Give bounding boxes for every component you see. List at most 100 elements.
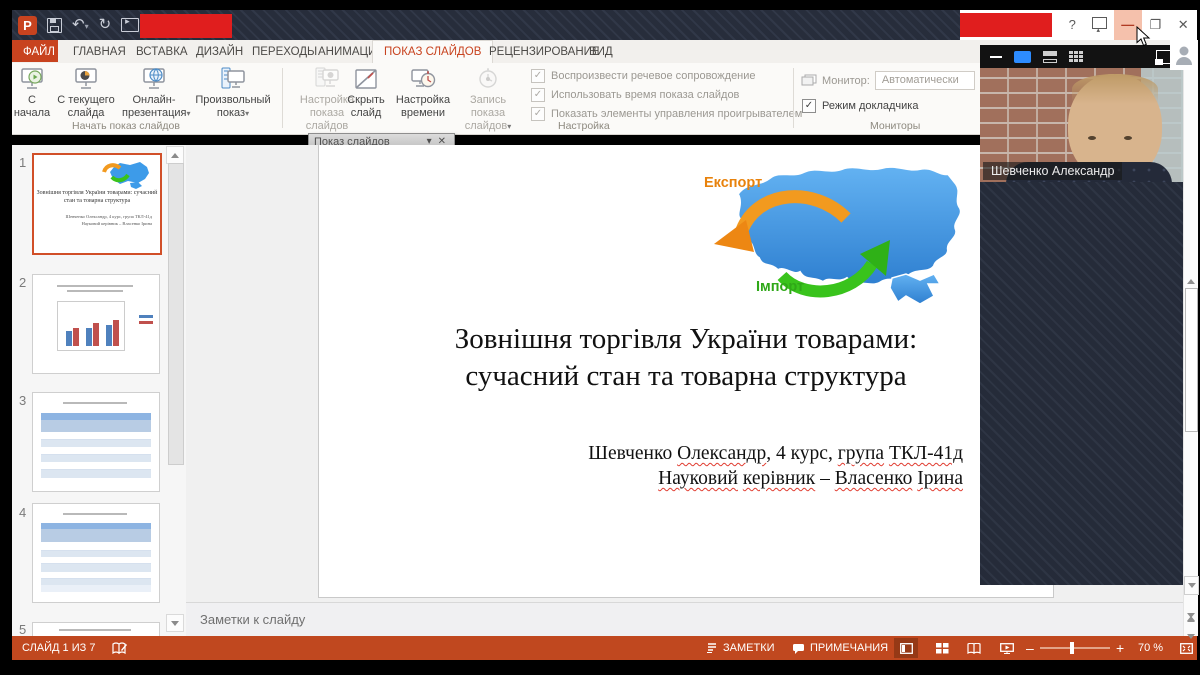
slide-thumbnail-panel: 1 Зовнішня торгівля України товарами: су… xyxy=(12,145,187,636)
main-vertical-scrollbar xyxy=(1183,40,1198,636)
redo-icon[interactable]: ↻ xyxy=(99,17,112,33)
group-label-start: Начать показ слайдов xyxy=(72,120,180,132)
notes-button[interactable]: ЗАМЕТКИ xyxy=(706,636,775,660)
thumb-number: 1 xyxy=(19,155,26,170)
thumbs-scrollbar-thumb[interactable] xyxy=(168,163,184,465)
zoom-level[interactable]: 70 % xyxy=(1138,636,1163,660)
slideshow-from-current-icon xyxy=(73,66,99,92)
status-bar: СЛАЙД 1 ИЗ 7 ЗАМЕТКИ ПРИМЕЧАНИЯ – + 70 % xyxy=(12,636,1197,660)
custom-slideshow-button[interactable]: Произвольный показ▾ xyxy=(190,65,276,127)
mini-legend xyxy=(139,315,153,327)
comments-button[interactable]: ПРИМЕЧАНИЯ xyxy=(792,636,888,660)
slide-thumbnail-1[interactable]: Зовнішня торгівля України товарами: суча… xyxy=(32,153,162,255)
slide-subtitle[interactable]: Шевченко Олександр, 4 курс, група ТКЛ-41… xyxy=(588,441,963,491)
hide-slide-button[interactable]: Скрыть слайд xyxy=(344,65,388,127)
group-label-setup: Настройка xyxy=(558,120,610,132)
tab-file[interactable]: ФАЙЛ xyxy=(12,40,58,62)
group-separator xyxy=(793,68,794,128)
author-line: Шевченко Олександр, 4 курс, група ТКЛ-41… xyxy=(588,441,963,466)
checkbox-icon: ✓ xyxy=(531,107,545,121)
video-minimize-icon[interactable] xyxy=(990,56,1002,58)
thumb-number: 2 xyxy=(19,275,26,290)
proofing-icon[interactable] xyxy=(112,636,128,660)
powerpoint-logo-icon[interactable]: P xyxy=(18,16,37,35)
window-titlebar: P ↶▾ ↻ ▾ ? — ❐ ✕ xyxy=(12,10,1197,40)
slide-thumbnail-4[interactable] xyxy=(32,503,160,603)
scrollbar-thumb[interactable] xyxy=(1185,288,1198,432)
notes-pane[interactable]: Заметки к слайду xyxy=(186,602,1197,637)
redacted-account-block xyxy=(960,13,1052,37)
active-speaker-view-icon[interactable] xyxy=(1014,51,1031,63)
zoom-in-button[interactable]: + xyxy=(1116,636,1124,660)
slide-sorter-view-button[interactable] xyxy=(930,638,954,658)
start-slideshow-icon[interactable] xyxy=(121,18,139,32)
fit-to-window-button[interactable] xyxy=(1174,638,1198,658)
next-slide-button[interactable] xyxy=(1187,618,1195,639)
thumb-number: 5 xyxy=(19,622,26,636)
slide-thumbnail-3[interactable] xyxy=(32,392,160,492)
mini-map-graphic xyxy=(100,159,152,189)
participant-name-tag: Шевченко Александр xyxy=(983,162,1122,180)
record-slideshow-button[interactable]: Запись показа слайдов▾ xyxy=(452,65,524,127)
scroll-up-arrow[interactable] xyxy=(1187,262,1195,280)
checkbox-use-timings[interactable]: ✓ Использовать время показа слайдов xyxy=(531,88,739,102)
redacted-title-block xyxy=(140,14,232,38)
slide-counter: СЛАЙД 1 ИЗ 7 xyxy=(22,636,95,660)
mini-bar-chart xyxy=(57,301,125,351)
tab-pokaz-slaydov[interactable]: ПОКАЗ СЛАЙДОВ xyxy=(372,40,493,63)
speaker-view-icon[interactable] xyxy=(1043,51,1057,63)
rehearse-timings-button[interactable]: Настройка времени xyxy=(392,65,454,127)
slide-title-line2[interactable]: сучасний стан та товарна структура xyxy=(319,358,1053,395)
help-button[interactable]: ? xyxy=(1058,10,1086,40)
reading-view-button[interactable] xyxy=(962,638,986,658)
slide-thumbnail-2[interactable] xyxy=(32,274,160,374)
checkbox-icon: ✓ xyxy=(531,69,545,83)
normal-view-button[interactable] xyxy=(894,638,918,658)
save-icon[interactable] xyxy=(47,18,62,33)
hide-slide-icon xyxy=(353,66,379,92)
slideshow-from-start-icon xyxy=(19,66,45,92)
mini-table xyxy=(41,413,151,478)
thumb-number: 3 xyxy=(19,393,26,408)
quick-access-toolbar: P ↶▾ ↻ ▾ xyxy=(18,13,153,37)
checkbox-show-media-controls[interactable]: ✓ Показать элементы управления проигрыва… xyxy=(531,107,802,121)
monitor-icon xyxy=(801,74,817,87)
group-label-monitors: Мониторы xyxy=(870,120,920,132)
zoom-slider-track[interactable] xyxy=(1040,647,1110,649)
restore-button[interactable]: ❐ xyxy=(1142,10,1170,40)
checkbox-play-narration[interactable]: ✓ Воспроизвести речевое сопровождение xyxy=(531,69,756,83)
mini-subtitle: Шевченко Олександр, 4 курс, група ТКЛ-41… xyxy=(66,213,152,227)
undo-icon[interactable]: ↶▾ xyxy=(72,16,89,34)
notes-icon xyxy=(706,643,718,653)
custom-slideshow-icon xyxy=(220,66,246,92)
minimize-button[interactable]: — xyxy=(1114,10,1142,40)
online-presentation-icon xyxy=(141,66,167,92)
webcam-video[interactable]: Шевченко Александр xyxy=(980,68,1183,182)
close-button[interactable]: ✕ xyxy=(1169,10,1197,40)
thumbs-scroll-down-button[interactable] xyxy=(166,614,184,632)
from-current-slide-button[interactable]: С текущего слайда xyxy=(54,65,118,127)
thumbs-scroll-up-button[interactable] xyxy=(166,146,184,164)
slide-thumbnail-5[interactable] xyxy=(32,622,160,636)
rehearse-timings-icon xyxy=(410,66,436,92)
from-beginning-button[interactable]: С начала xyxy=(12,65,52,127)
gallery-view-icon[interactable] xyxy=(1069,51,1083,63)
screen: P ↶▾ ↻ ▾ ? — ❐ ✕ ФАЙЛ ГЛАВНАЯ ВСТАВКА ДИ… xyxy=(0,0,1200,675)
mini-table xyxy=(41,523,151,592)
tab-vid[interactable]: ВИД xyxy=(578,40,624,62)
scroll-down-button[interactable] xyxy=(1184,576,1199,595)
slide-title-line1[interactable]: Зовнішня торгівля України товарами: xyxy=(319,321,1053,358)
checkbox-presenter-mode[interactable]: ✓ Режим докладчика xyxy=(802,99,918,113)
zoom-out-button[interactable]: – xyxy=(1026,636,1034,660)
video-panel-toolbar xyxy=(980,45,1183,68)
slide-canvas[interactable]: Експорт Імпорт Зовнішня торгівля України… xyxy=(318,145,1054,598)
slideshow-view-button[interactable] xyxy=(995,638,1019,658)
ribbon-display-options-button[interactable] xyxy=(1086,10,1114,40)
zoom-slider-thumb[interactable] xyxy=(1070,642,1074,654)
participant-avatar-icon xyxy=(1170,40,1197,70)
export-label: Експорт xyxy=(704,175,762,191)
mini-title: Зовнішня торгівля України товарами: суча… xyxy=(34,189,160,205)
online-presentation-button[interactable]: Онлайн- презентация▾ xyxy=(122,65,186,127)
monitor-select[interactable]: Автоматически xyxy=(875,71,975,90)
window-controls: ? — ❐ ✕ xyxy=(960,10,1197,40)
